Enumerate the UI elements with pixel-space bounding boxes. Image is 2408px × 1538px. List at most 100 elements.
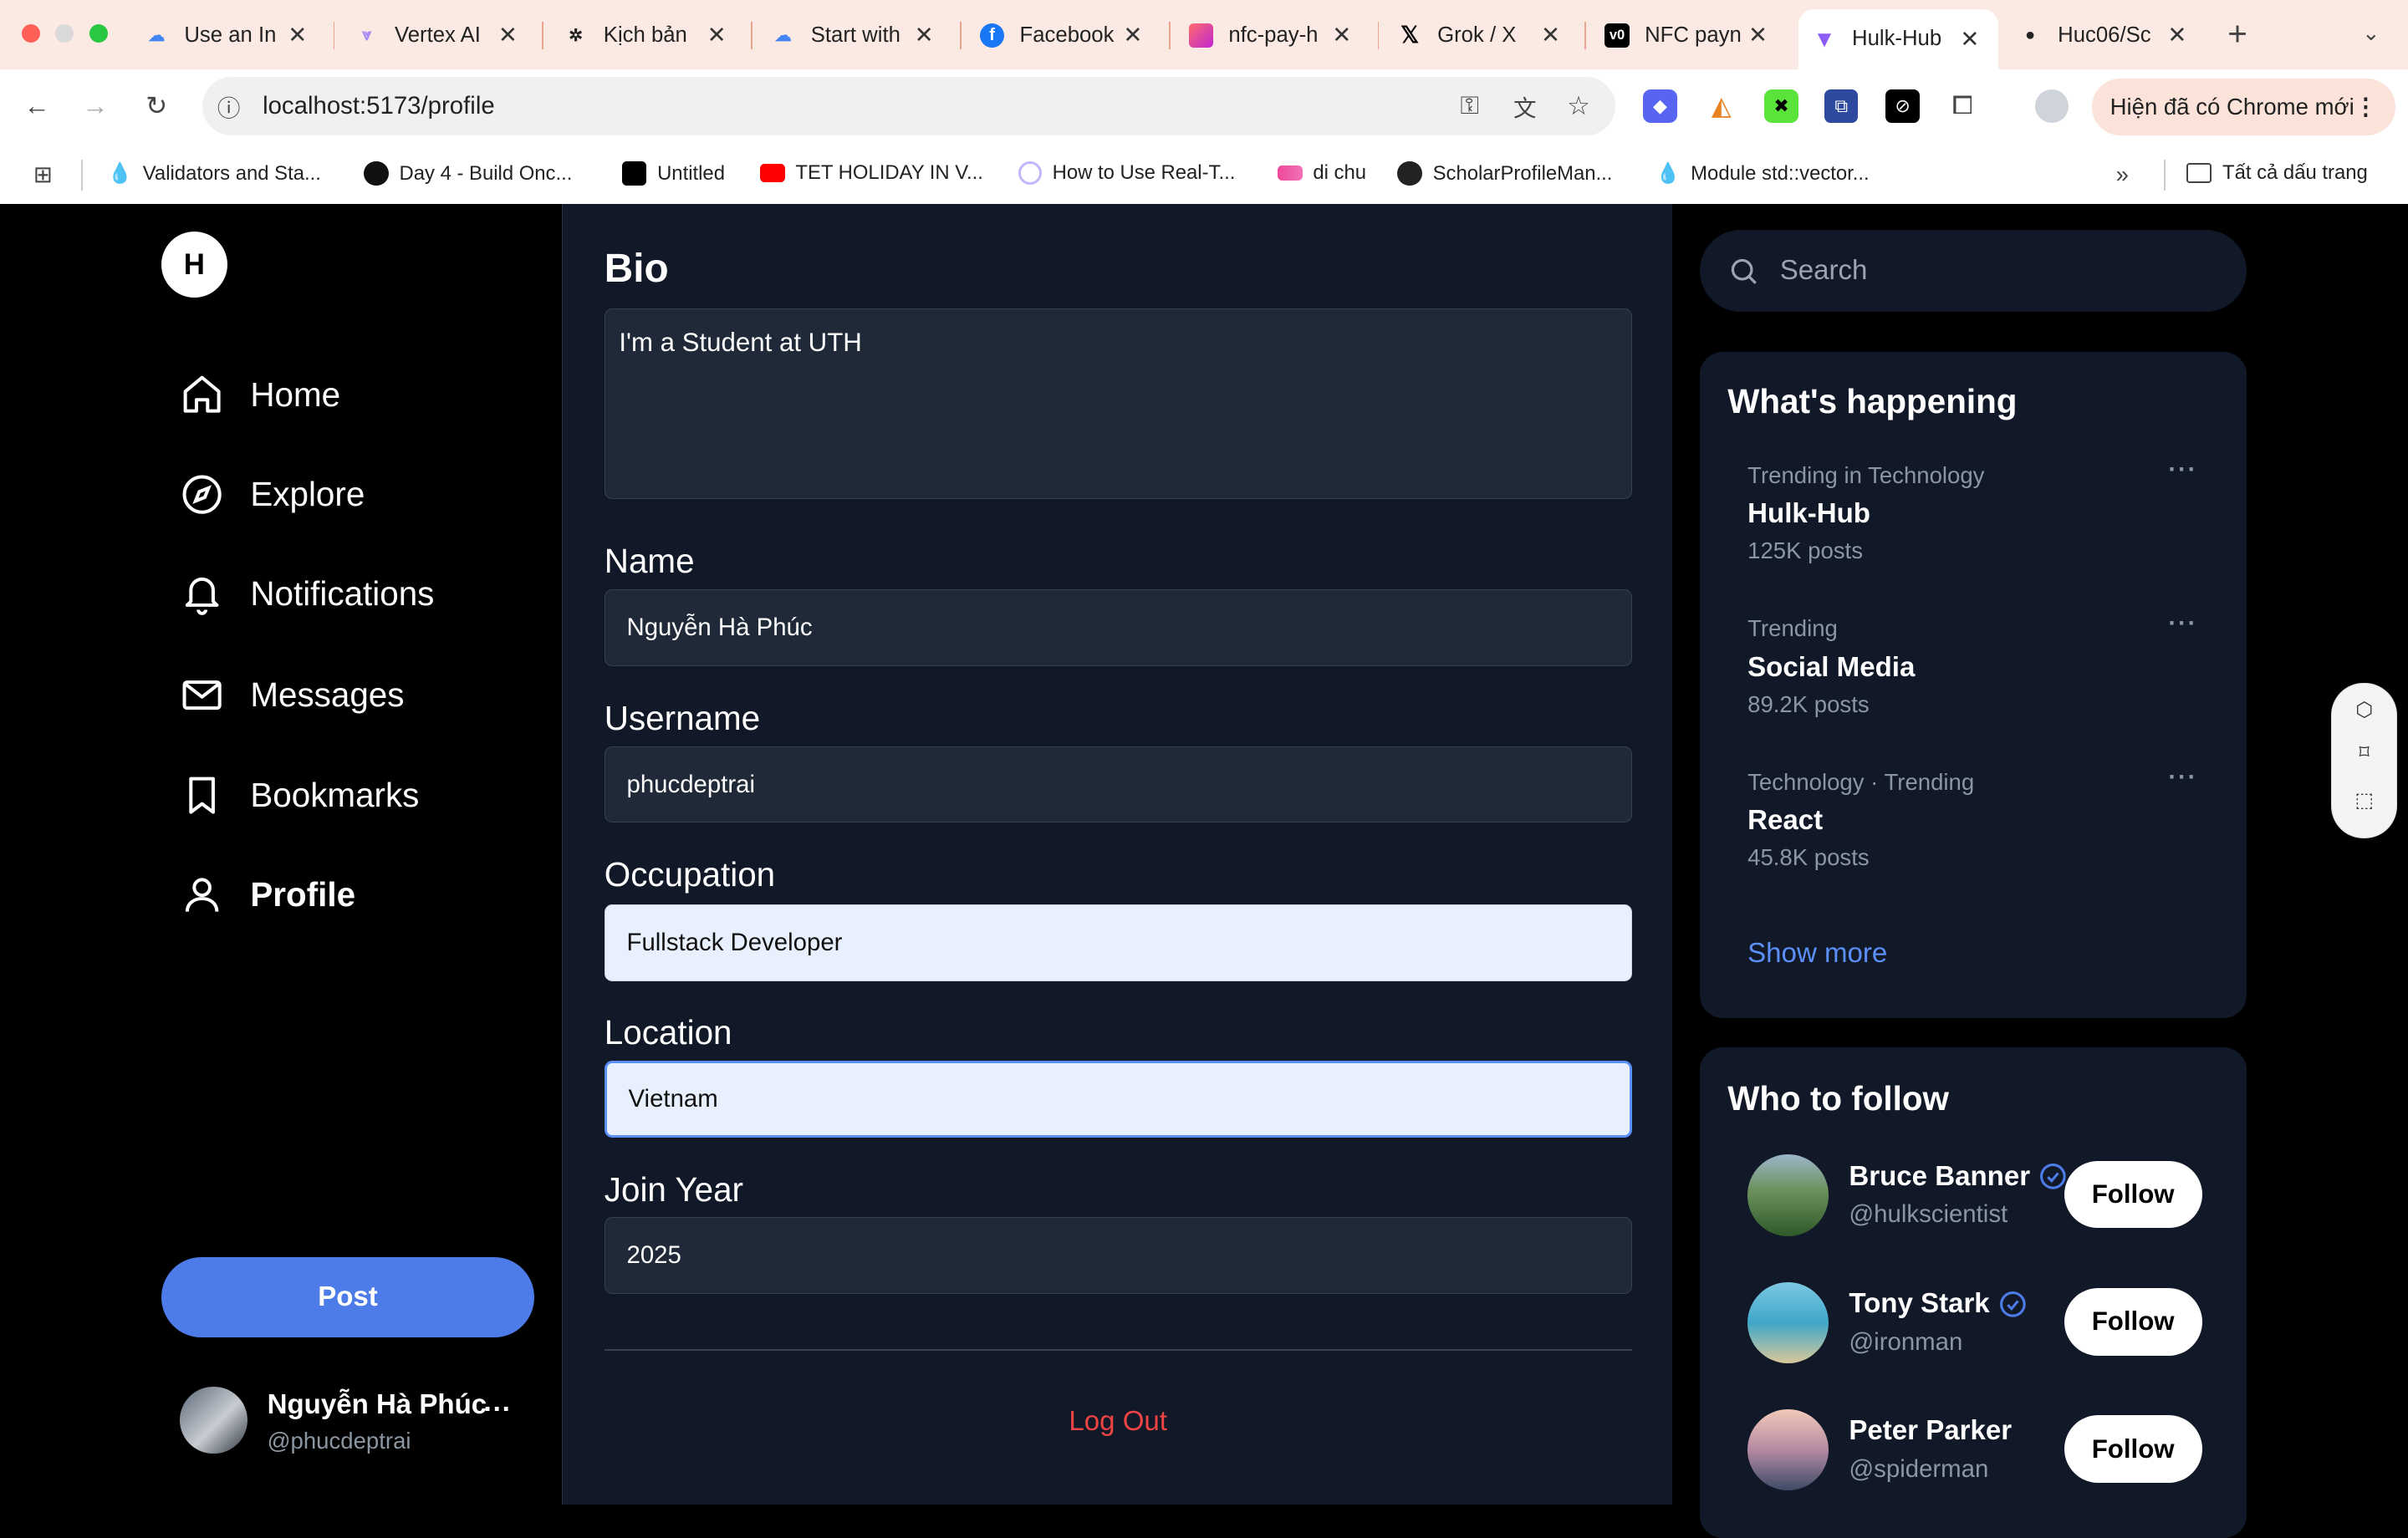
browser-tab[interactable]: nfc-pay-h ✕ (1188, 13, 1370, 59)
nav-item-notifications[interactable]: Notifications (180, 563, 434, 624)
browser-tab[interactable]: 𝕏 Grok / X ✕ (1397, 13, 1579, 59)
name-field[interactable]: Nguyễn Hà Phúc (604, 589, 1632, 667)
profile-avatar-icon[interactable] (2034, 89, 2069, 123)
browser-tab[interactable]: ✲ Kịch bản ✕ (564, 13, 745, 59)
back-icon[interactable]: ← (20, 89, 54, 123)
bookmark-item[interactable]: 💧 Module std::vector... (1656, 161, 1870, 186)
occupation-field[interactable]: Fullstack Developer (604, 904, 1632, 981)
avatar (179, 1386, 247, 1454)
location-field[interactable]: Vietnam (604, 1061, 1632, 1138)
metamask-icon[interactable]: ◭ (1705, 89, 1738, 123)
close-tab-icon[interactable]: ✕ (1960, 26, 1979, 53)
verified-badge-icon (1999, 1291, 2026, 1317)
app-logo[interactable]: H (161, 232, 227, 298)
search-input[interactable]: Search (1700, 230, 2247, 312)
follow-button[interactable]: Follow (2064, 1415, 2202, 1484)
browser-tab-active[interactable]: ▼ Hulk-Hub ✕ (1798, 9, 1998, 69)
bookmark-star-icon[interactable]: ☆ (1562, 89, 1595, 123)
post-button[interactable]: Post (161, 1257, 535, 1337)
browser-tab[interactable]: v0 NFC payn ✕ (1604, 13, 1786, 59)
nav-item-profile[interactable]: Profile (180, 864, 355, 925)
browser-tab[interactable]: ☁ Use an In ✕ (145, 13, 326, 59)
trend-item[interactable]: Technology · Trending React 45.8K posts (1747, 769, 2208, 871)
follow-button[interactable]: Follow (2064, 1287, 2202, 1356)
nav-item-home[interactable]: Home (180, 364, 340, 425)
chrome-update-button[interactable]: Hiện đã có Chrome mới ⋮ (2091, 78, 2396, 135)
bookmark-item[interactable]: TET HOLIDAY IN V... (760, 161, 983, 185)
extensions-puzzle-icon[interactable]: ⧠ (1946, 89, 1979, 123)
more-options-icon[interactable]: ··· (2168, 609, 2197, 638)
occupation-label: Occupation (604, 855, 776, 894)
nav-item-bookmarks[interactable]: Bookmarks (180, 765, 419, 826)
trend-item[interactable]: Trending Social Media 89.2K posts (1747, 615, 2208, 717)
kebab-menu-icon[interactable]: ⋮ (2354, 94, 2378, 120)
close-tab-icon[interactable]: ✕ (707, 22, 727, 48)
password-key-icon[interactable]: ⚿ (1453, 89, 1487, 123)
extension-black-icon[interactable]: ⊘ (1885, 89, 1920, 123)
close-tab-icon[interactable]: ✕ (2167, 22, 2186, 48)
zoom-window-button[interactable] (89, 24, 108, 43)
all-bookmarks-button[interactable]: Tất cả dấu trang (2186, 161, 2368, 185)
forward-icon[interactable]: → (79, 89, 112, 123)
close-tab-icon[interactable]: ✕ (915, 22, 934, 48)
show-more-link[interactable]: Show more (1747, 938, 1887, 970)
close-tab-icon[interactable]: ✕ (1332, 22, 1351, 48)
logout-button[interactable]: Log Out (563, 1406, 1673, 1438)
site-info-icon[interactable]: ⓘ (212, 89, 245, 123)
more-options-icon[interactable]: ... (484, 1387, 512, 1418)
browser-tab[interactable]: ● Huc06/Sc ✕ (2018, 13, 2205, 59)
bookmark-item[interactable]: 💧 Validators and Sta... (108, 161, 321, 186)
select-region-icon[interactable]: ⬚ (2349, 786, 2380, 817)
youtube-icon (760, 163, 785, 182)
close-tab-icon[interactable]: ✕ (1123, 22, 1142, 48)
more-bookmarks-chevron-icon[interactable]: » (2105, 158, 2139, 191)
url-text[interactable]: localhost:5173/profile (263, 92, 495, 120)
bookmark-item[interactable]: How to Use Real-T... (1018, 160, 1235, 185)
minimize-window-button[interactable] (55, 24, 74, 43)
trend-title: Hulk-Hub (1747, 497, 1870, 529)
nav-item-messages[interactable]: Messages (180, 665, 404, 726)
username-field[interactable]: phucdeptrai (604, 746, 1632, 823)
follow-button[interactable]: Follow (2064, 1160, 2202, 1229)
close-tab-icon[interactable]: ✕ (1748, 22, 1768, 48)
browser-tab[interactable]: f Facebook ✕ (979, 13, 1161, 59)
address-bar[interactable]: ⓘ localhost:5173/profile ⚿ ⽂ ☆ (202, 76, 1616, 135)
trend-count: 125K posts (1747, 537, 1863, 563)
reload-icon[interactable]: ↻ (140, 89, 173, 123)
new-tab-icon[interactable]: + (2221, 14, 2254, 53)
avatar[interactable] (1747, 1154, 1829, 1236)
apps-grid-icon[interactable]: ⊞ (26, 158, 59, 191)
extension-blue-icon[interactable]: ⧉ (1824, 89, 1859, 123)
close-window-button[interactable] (21, 24, 40, 43)
save-bookmark-icon[interactable]: ⌑ (2349, 738, 2380, 769)
more-options-icon[interactable]: ··· (2168, 456, 2197, 484)
tab-search-chevron-icon[interactable]: ⌄ (2354, 17, 2388, 50)
person-name: Bruce Banner (1849, 1161, 2069, 1193)
person-name: Tony Stark (1849, 1288, 2028, 1320)
extension-wolf-icon[interactable]: ◆ (1643, 89, 1677, 123)
trend-title: React (1747, 805, 1824, 837)
tab-label: Start with (810, 23, 900, 47)
nav-item-explore[interactable]: Explore (180, 464, 365, 525)
trend-item[interactable]: Trending in Technology Hulk-Hub 125K pos… (1747, 462, 2208, 564)
more-options-icon[interactable]: ··· (2168, 763, 2197, 792)
translate-icon[interactable]: ⽂ (1508, 89, 1542, 123)
current-user-card[interactable]: Nguyễn Hà Phúc @phucdeptrai ... (179, 1383, 533, 1460)
avatar[interactable] (1747, 1409, 1829, 1491)
extension-logo-icon[interactable]: ⬡ (2349, 695, 2380, 726)
browser-tab[interactable]: ⩔ Vertex AI ✕ (355, 13, 536, 59)
close-tab-icon[interactable]: ✕ (288, 22, 307, 48)
browser-tab[interactable]: ☁ Start with ✕ (771, 13, 952, 59)
join-year-field[interactable]: 2025 (604, 1217, 1632, 1295)
close-tab-icon[interactable]: ✕ (1541, 22, 1560, 48)
bookmark-item[interactable]: Day 4 - Build Onc... (364, 160, 572, 186)
extension-green-icon[interactable]: ✖ (1764, 89, 1798, 123)
bookmark-item[interactable]: ScholarProfileMan... (1397, 160, 1612, 186)
follow-suggestion: Bruce Banner @hulkscientist Follow (1747, 1154, 2208, 1240)
bookmark-item[interactable]: Untitled (621, 160, 725, 186)
avatar[interactable] (1747, 1281, 1829, 1363)
bookmark-label: Module std::vector... (1691, 161, 1870, 185)
close-tab-icon[interactable]: ✕ (498, 22, 518, 48)
bio-textarea[interactable]: I'm a Student at UTH (604, 308, 1632, 499)
bookmark-item[interactable]: di chu (1278, 161, 1366, 185)
